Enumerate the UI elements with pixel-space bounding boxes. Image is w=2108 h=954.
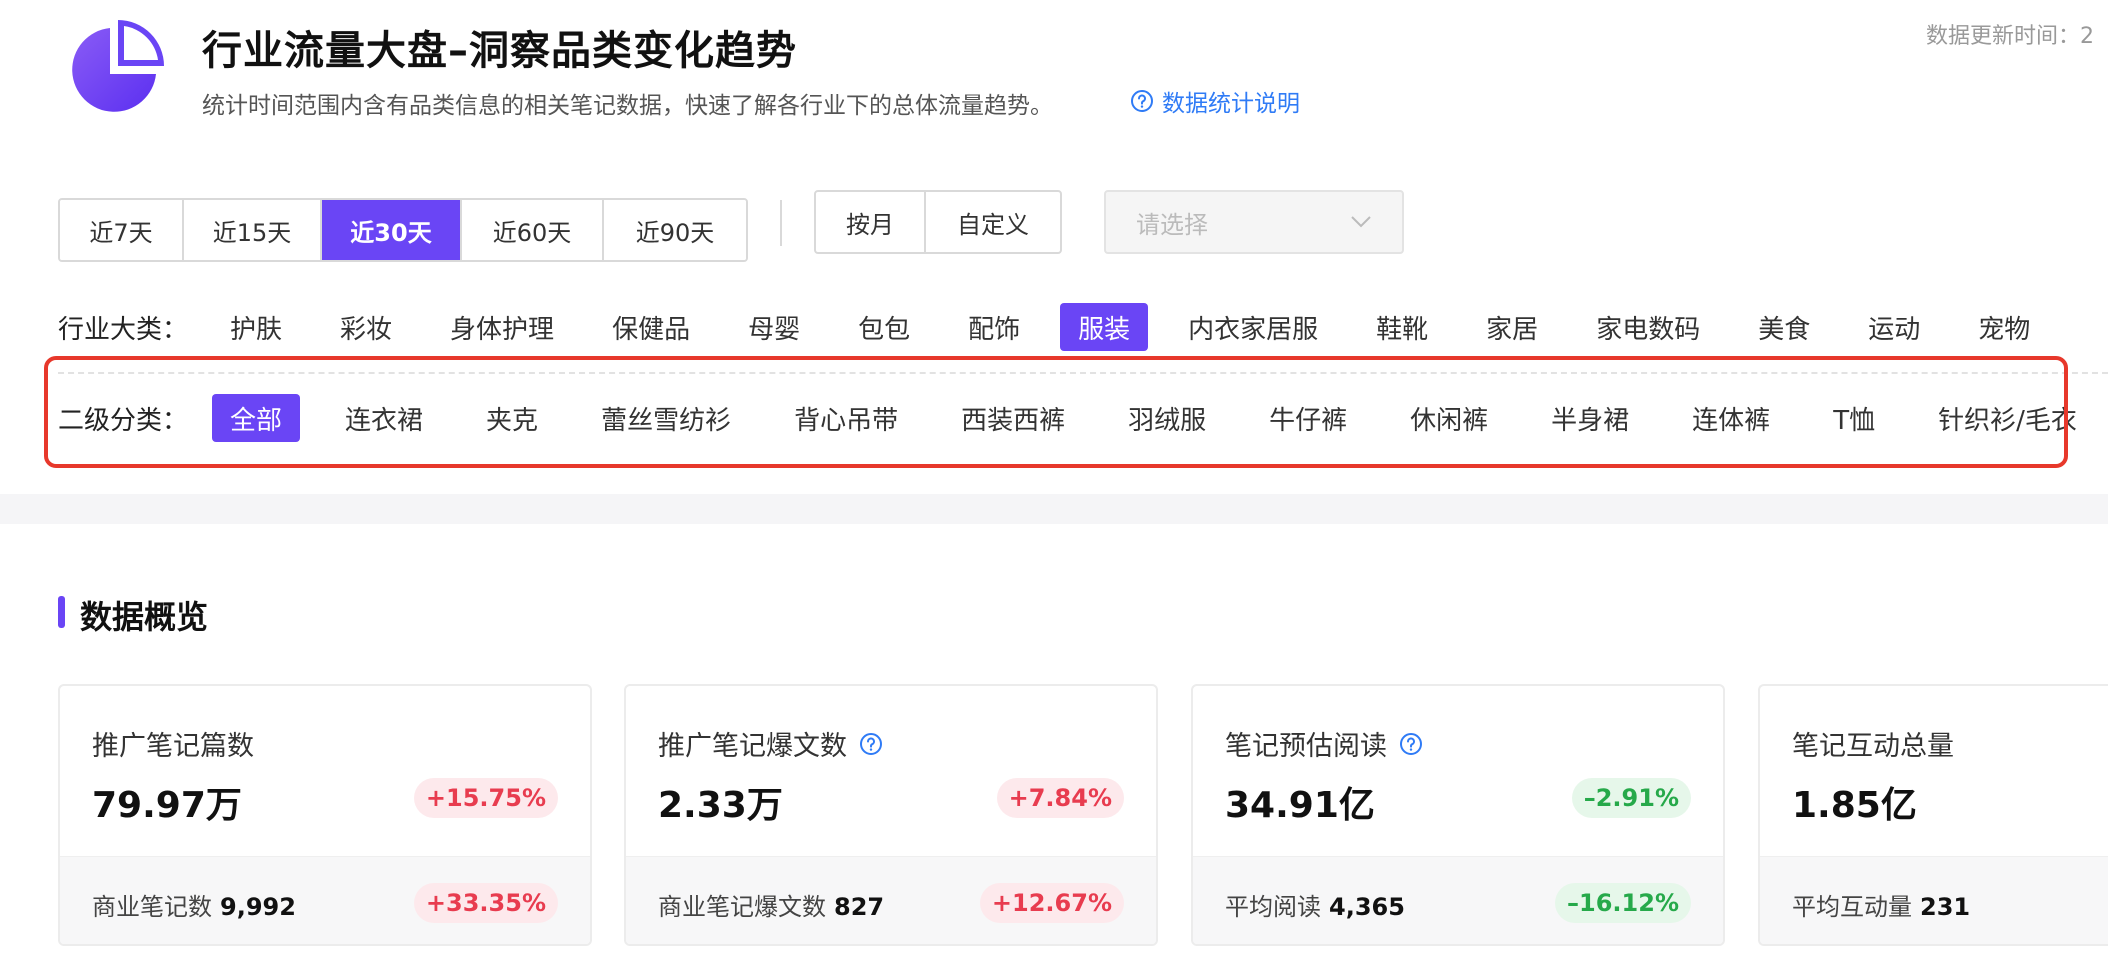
range-15d-button[interactable]: 近15天	[184, 200, 322, 260]
range-60d-button[interactable]: 近60天	[462, 200, 604, 260]
subcategory-item-all[interactable]: 全部	[212, 394, 301, 442]
sub-metric-value: 4,365	[1329, 893, 1405, 921]
card-value: 2.33万	[658, 785, 783, 826]
card-title: 笔记互动总量	[1792, 724, 1954, 763]
sub-metric: 商业笔记数 9,992	[92, 887, 296, 922]
by-month-button[interactable]: 按月	[816, 192, 926, 252]
sub-metric-value: 827	[834, 893, 885, 921]
chevron-down-icon	[1351, 216, 1371, 228]
sub-change-badge: +33.35%	[413, 883, 558, 923]
card-value: 79.97万	[92, 785, 242, 826]
industry-item-shoes[interactable]: 鞋靴	[1358, 303, 1446, 351]
industry-item-body-care[interactable]: 身体护理	[432, 303, 572, 351]
help-circle-icon[interactable]	[1399, 732, 1423, 756]
subcategory-label: 二级分类：	[58, 405, 189, 436]
card-title: 推广笔记爆文数	[658, 724, 883, 763]
subcategory-item-suit[interactable]: 西装西裤	[943, 394, 1083, 442]
card-title: 笔记预估阅读	[1225, 724, 1423, 763]
range-30d-button[interactable]: 近30天	[322, 200, 462, 260]
update-time: 数据更新时间：2	[1926, 24, 2094, 49]
dashed-divider	[58, 372, 2108, 374]
industry-item-accessories[interactable]: 配饰	[950, 303, 1038, 351]
industry-label: 行业大类：	[58, 314, 189, 345]
industry-item-baby[interactable]: 母婴	[730, 303, 818, 351]
section-accent-bar	[58, 596, 65, 628]
subcategory-item-jacket[interactable]: 夹克	[468, 394, 556, 442]
change-badge: +15.75%	[413, 778, 558, 818]
metric-card-interactions: 笔记互动总量 1.85亿 平均互动量 231	[1758, 684, 2108, 946]
card-title-text: 推广笔记爆文数	[658, 731, 847, 762]
range-90d-button[interactable]: 近90天	[604, 200, 746, 260]
section-separator	[0, 494, 2108, 524]
mode-selector: 按月 自定义	[814, 190, 1062, 254]
sub-metric: 平均阅读 4,365	[1225, 887, 1405, 922]
subcategory-item-dress[interactable]: 连衣裙	[327, 394, 441, 442]
pie-chart-logo-icon	[72, 20, 164, 112]
subcategory-item-jumpsuit[interactable]: 连体裤	[1674, 394, 1788, 442]
metric-card-viral-notes: 推广笔记爆文数 2.33万 +7.84% 商业笔记爆文数 827 +12.67%	[624, 684, 1158, 946]
sub-metric-label: 平均互动量	[1792, 893, 1912, 921]
industry-item-apparel[interactable]: 服装	[1060, 303, 1149, 351]
custom-range-button[interactable]: 自定义	[926, 192, 1060, 252]
subcategory-item-lace-chiffon[interactable]: 蕾丝雪纺衫	[583, 394, 749, 442]
change-badge: +7.84%	[996, 778, 1124, 818]
month-select[interactable]: 请选择	[1104, 190, 1404, 254]
time-range-selector: 近7天 近15天 近30天 近60天 近90天	[58, 198, 748, 262]
industry-item-pets[interactable]: 宠物	[1960, 303, 2048, 351]
industry-item-skincare[interactable]: 护肤	[212, 303, 300, 351]
card-title-text: 笔记互动总量	[1792, 731, 1954, 762]
subcategory-item-jeans[interactable]: 牛仔裤	[1251, 394, 1365, 442]
page-subtitle: 统计时间范围内含有品类信息的相关笔记数据，快速了解各行业下的总体流量趋势。	[202, 93, 1053, 119]
industry-filter-row: 行业大类： 护肤 彩妆 身体护理 保健品 母婴 包包 配饰 服装 内衣家居服 鞋…	[58, 302, 2070, 352]
page-title: 行业流量大盘–洞察品类变化趋势	[202, 28, 797, 74]
sub-metric-value: 9,992	[220, 893, 296, 921]
help-circle-icon[interactable]	[859, 732, 883, 756]
card-value: 1.85亿	[1792, 785, 1917, 826]
card-title-text: 推广笔记篇数	[92, 731, 254, 762]
industry-item-makeup[interactable]: 彩妆	[322, 303, 410, 351]
help-link-label: 数据统计说明	[1162, 91, 1300, 117]
card-value: 34.91亿	[1225, 785, 1375, 826]
subcategory-item-down-jacket[interactable]: 羽绒服	[1110, 394, 1224, 442]
range-7d-button[interactable]: 近7天	[60, 200, 184, 260]
sub-metric-value: 231	[1920, 893, 1971, 921]
help-circle-icon	[1131, 90, 1153, 112]
industry-item-underwear[interactable]: 内衣家居服	[1170, 303, 1336, 351]
sub-metric-label: 商业笔记数	[92, 893, 212, 921]
subcategory-item-knitwear[interactable]: 针织衫/毛衣	[1920, 394, 2095, 442]
industry-item-sports[interactable]: 运动	[1850, 303, 1938, 351]
industry-item-bags[interactable]: 包包	[840, 303, 928, 351]
divider	[780, 200, 782, 246]
sub-metric-label: 平均阅读	[1225, 893, 1321, 921]
industry-item-health[interactable]: 保健品	[594, 303, 708, 351]
page: 行业流量大盘–洞察品类变化趋势 统计时间范围内含有品类信息的相关笔记数据，快速了…	[0, 0, 2108, 954]
subcategory-item-camisole[interactable]: 背心吊带	[776, 394, 916, 442]
data-stats-help-link[interactable]: 数据统计说明	[1130, 84, 1300, 118]
card-title: 推广笔记篇数	[92, 724, 254, 763]
subcategory-item-skirt[interactable]: 半身裙	[1533, 394, 1647, 442]
change-badge: –2.91%	[1571, 778, 1691, 818]
industry-item-food[interactable]: 美食	[1740, 303, 1828, 351]
sub-metric: 商业笔记爆文数 827	[658, 887, 884, 922]
sub-metric: 平均互动量 231	[1792, 887, 1970, 922]
metric-card-promo-notes: 推广笔记篇数 79.97万 +15.75% 商业笔记数 9,992 +33.35%	[58, 684, 592, 946]
subcategory-filter-row: 二级分类： 全部 连衣裙 夹克 蕾丝雪纺衫 背心吊带 西装西裤 羽绒服 牛仔裤 …	[58, 393, 2108, 443]
industry-item-home[interactable]: 家居	[1468, 303, 1556, 351]
select-placeholder: 请选择	[1136, 210, 1208, 239]
metric-card-estimated-reads: 笔记预估阅读 34.91亿 –2.91% 平均阅读 4,365 –16.12%	[1191, 684, 1725, 946]
subcategory-item-tshirt[interactable]: T恤	[1815, 394, 1893, 442]
sub-change-badge: +12.67%	[979, 883, 1124, 923]
industry-item-electronics[interactable]: 家电数码	[1578, 303, 1718, 351]
sub-change-badge: –16.12%	[1555, 883, 1691, 923]
sub-metric-label: 商业笔记爆文数	[658, 893, 826, 921]
overview-title: 数据概览	[80, 598, 209, 636]
card-title-text: 笔记预估阅读	[1225, 731, 1387, 762]
subcategory-item-casual-pants[interactable]: 休闲裤	[1392, 394, 1506, 442]
